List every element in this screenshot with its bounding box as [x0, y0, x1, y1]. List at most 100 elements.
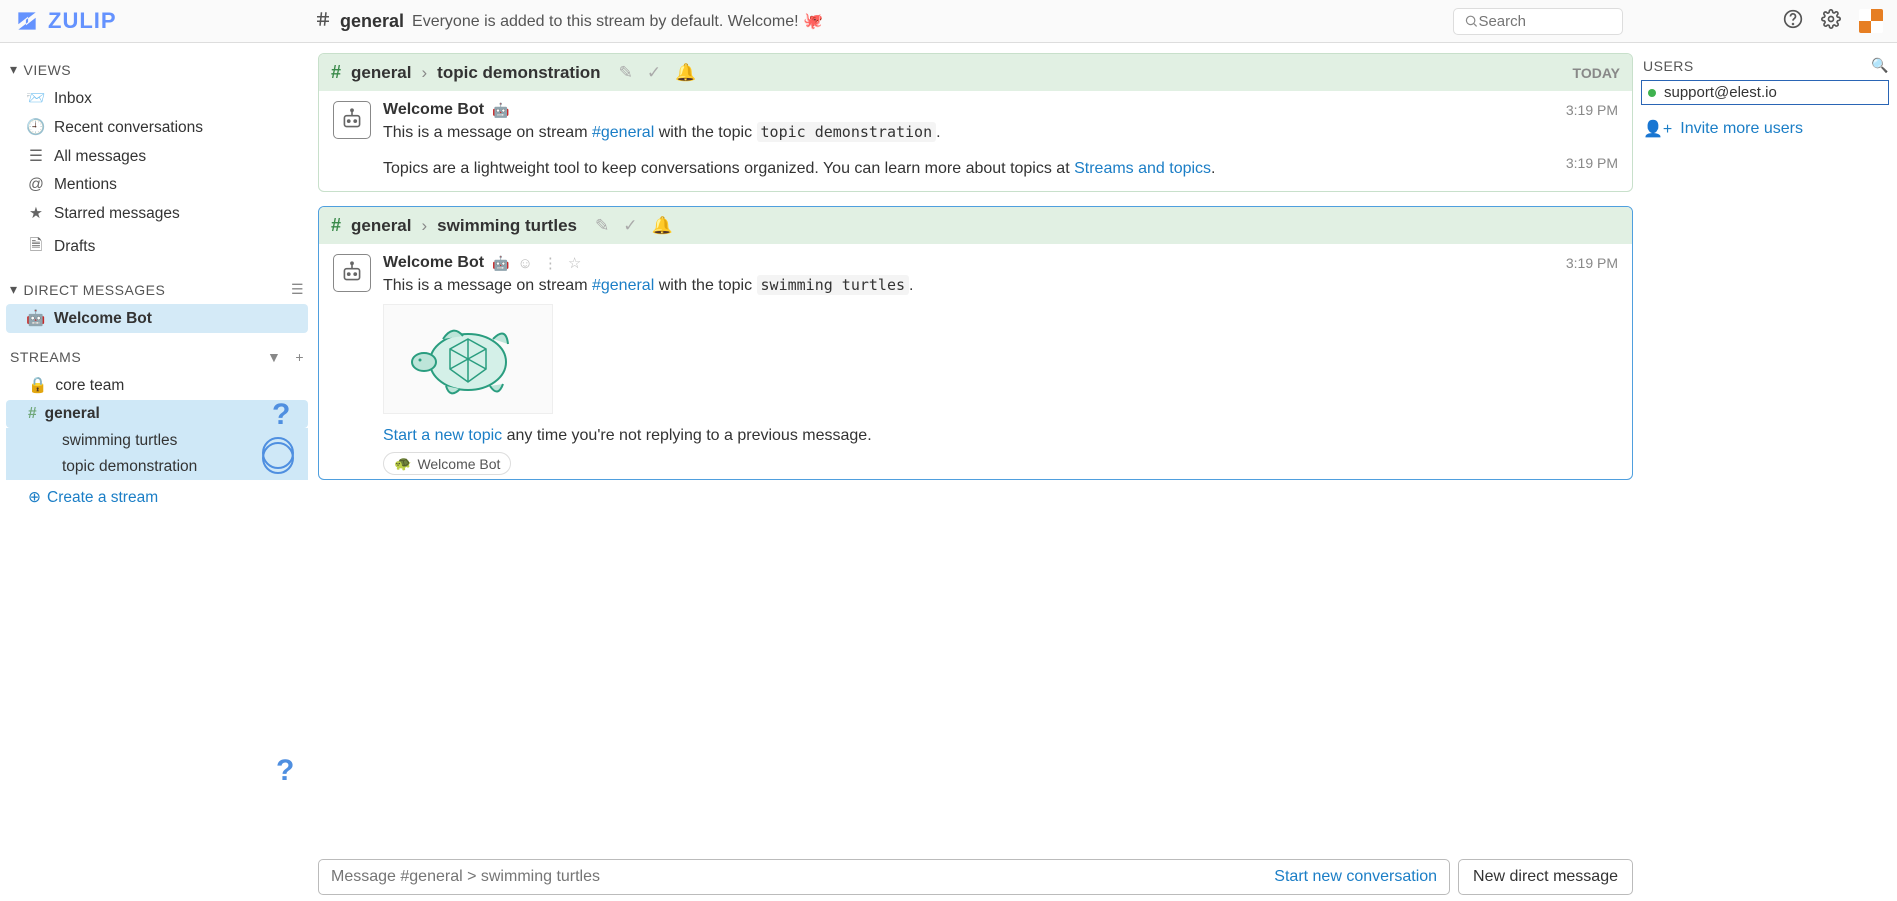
user-row[interactable]: support@elest.io [1641, 80, 1889, 105]
compose-input[interactable] [331, 868, 1274, 886]
logo-text: ZULIP [48, 8, 117, 34]
bot-avatar[interactable] [333, 254, 371, 292]
search-input[interactable] [1478, 13, 1612, 30]
top-bar: ZULIP general Everyone is added to this … [0, 0, 1897, 43]
inbox-icon: 📨 [28, 89, 44, 108]
dm-welcome-bot[interactable]: 🤖 Welcome Bot [6, 304, 308, 333]
message-content: Topics are a lightweight tool to keep co… [383, 157, 1554, 181]
new-direct-message-button[interactable]: New direct message [1458, 859, 1633, 895]
compose-area: Start new conversation New direct messag… [318, 859, 1633, 895]
pencil-icon[interactable]: ✎ [619, 63, 633, 83]
nav-mentions[interactable]: @Mentions [6, 171, 308, 199]
message-group-topic-demonstration: # general › topic demonstration ✎ ✓ 🔔 TO… [318, 53, 1633, 192]
message-content: This is a message on stream #general wit… [383, 274, 1618, 298]
star-icon[interactable]: ☆ [568, 254, 581, 272]
lock-icon: 🔒 [28, 376, 47, 395]
group-header[interactable]: # general › swimming turtles ✎ ✓ 🔔 [319, 207, 1632, 244]
help-circle[interactable] [262, 437, 294, 469]
start-new-conversation-link[interactable]: Start new conversation [1274, 868, 1437, 886]
zulip-logo-icon [14, 8, 40, 34]
more-icon[interactable]: ⋮ [543, 254, 558, 272]
nav-drafts[interactable]: 🗎Drafts [6, 228, 308, 265]
dm-section-header[interactable]: ▾ DIRECT MESSAGES ☰ [6, 275, 308, 304]
compose-box[interactable]: Start new conversation [318, 859, 1450, 895]
nav-inbox[interactable]: 📨Inbox [6, 84, 308, 113]
stream-core-team[interactable]: 🔒 core team [6, 371, 308, 400]
nav-recent[interactable]: 🕘Recent conversations [6, 113, 308, 142]
hash-icon: # [331, 215, 341, 236]
plus-circle-icon: ⊕ [28, 488, 41, 507]
chevron-down-icon: ▾ [10, 281, 18, 298]
streams-topics-link[interactable]: Streams and topics [1074, 160, 1211, 177]
channel-header: general Everyone is added to this stream… [314, 10, 1453, 32]
pencil-icon[interactable]: ✎ [595, 216, 609, 236]
emoji-icon[interactable]: ☺ [518, 255, 533, 272]
date-label: TODAY [1573, 65, 1620, 81]
sender-name[interactable]: Welcome Bot [383, 101, 484, 119]
at-icon: @ [28, 176, 44, 194]
check-icon[interactable]: ✓ [647, 63, 661, 83]
message-group-swimming-turtles: # general › swimming turtles ✎ ✓ 🔔 Welco… [318, 206, 1633, 480]
turtle-image[interactable] [383, 304, 553, 414]
plus-icon[interactable]: + [295, 349, 304, 365]
user-avatar[interactable] [1859, 9, 1883, 33]
nav-starred[interactable]: ★Starred messages [6, 199, 308, 228]
stream-link[interactable]: #general [592, 124, 654, 141]
bell-icon[interactable]: 🔔 [651, 216, 672, 236]
create-stream-link[interactable]: ⊕ Create a stream [6, 480, 308, 512]
user-plus-icon: 👤+ [1643, 119, 1672, 139]
logo[interactable]: ZULIP [14, 8, 314, 34]
help-question-mark[interactable]: ? [272, 398, 290, 432]
hash-icon: # [28, 405, 37, 423]
stream-description: Everyone is added to this stream by defa… [412, 11, 823, 31]
top-right-icons [1783, 9, 1883, 33]
right-sidebar: USERS 🔍 support@elest.io 👤+ Invite more … [1637, 43, 1897, 901]
message-time: 3:19 PM [1566, 102, 1618, 118]
help-icon[interactable] [1783, 9, 1803, 33]
gear-icon[interactable] [1821, 9, 1841, 33]
search-icon[interactable]: 🔍 [1871, 57, 1889, 74]
octopus-emoji: 🐙 [803, 13, 823, 30]
stream-link[interactable]: #general [592, 277, 654, 294]
star-icon: ★ [28, 204, 44, 223]
stream-title[interactable]: general [340, 11, 404, 32]
reaction-pill[interactable]: 🐢 Welcome Bot [383, 452, 511, 475]
bell-icon[interactable]: 🔔 [675, 63, 696, 83]
topic-code: topic demonstration [757, 122, 937, 142]
users-section-header: USERS 🔍 [1641, 55, 1889, 80]
clock-icon: 🕘 [28, 118, 44, 137]
group-header[interactable]: # general › topic demonstration ✎ ✓ 🔔 TO… [319, 54, 1632, 91]
help-question-icon[interactable]: ? [276, 754, 294, 788]
hash-icon: # [331, 62, 341, 83]
topic-code: swimming turtles [757, 275, 910, 295]
draft-icon: 🗎 [28, 233, 44, 260]
streams-section-header[interactable]: STREAMS ▼ + [6, 343, 308, 371]
invite-more-users-link[interactable]: 👤+ Invite more users [1641, 105, 1889, 153]
search-box[interactable] [1453, 8, 1623, 35]
message-pane: # general › topic demonstration ✎ ✓ 🔔 TO… [314, 43, 1637, 901]
check-icon[interactable]: ✓ [623, 216, 637, 236]
message-content: This is a message on stream #general wit… [383, 121, 1618, 145]
stream-general[interactable]: # general [6, 400, 308, 428]
start-new-topic-link[interactable]: Start a new topic [383, 427, 502, 444]
chevron-right-icon: › [422, 216, 428, 236]
sender-name[interactable]: Welcome Bot [383, 254, 484, 272]
bot-icon: 🤖 [28, 309, 44, 328]
message-row: Welcome Bot 🤖 ☺ ⋮ ☆ 3:19 PM This is a me… [319, 244, 1632, 479]
bot-badge-icon: 🤖 [492, 255, 509, 272]
hash-icon [314, 10, 332, 32]
align-icon[interactable]: ☰ [291, 281, 304, 298]
message-time: 3:19 PM [1566, 155, 1618, 171]
search-icon [1464, 13, 1478, 29]
message-footer: Start a new topic any time you're not re… [383, 424, 1618, 448]
chevron-down-icon: ▾ [10, 61, 18, 78]
nav-all-messages[interactable]: ☰All messages [6, 142, 308, 171]
message-row: Topics are a lightweight tool to keep co… [319, 149, 1632, 191]
views-section-header[interactable]: ▾ VIEWS [6, 55, 308, 84]
left-sidebar: ▾ VIEWS 📨Inbox 🕘Recent conversations ☰Al… [0, 43, 314, 901]
align-icon: ☰ [28, 147, 44, 166]
message-time: 3:19 PM [1566, 255, 1618, 271]
bot-badge-icon: 🤖 [492, 102, 509, 119]
bot-avatar[interactable] [333, 101, 371, 139]
filter-icon[interactable]: ▼ [267, 349, 281, 365]
